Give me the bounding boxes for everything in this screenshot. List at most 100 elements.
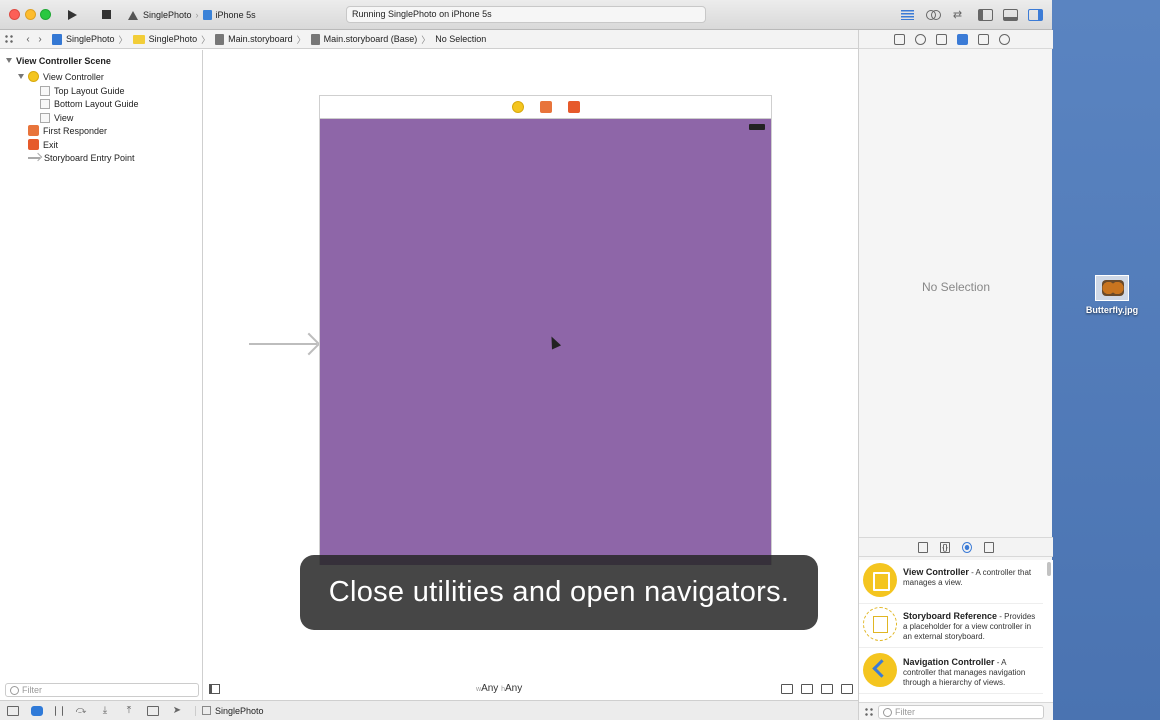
debug-target[interactable]: SinglePhoto [195, 705, 264, 716]
inspector-tabs [859, 30, 1053, 49]
exit-icon[interactable] [567, 101, 580, 113]
breadcrumb-file[interactable]: Main.storyboard 〉 [215, 33, 306, 46]
resolve-issues-icon[interactable] [841, 684, 853, 694]
grid-view-icon[interactable] [864, 706, 874, 717]
library-item[interactable]: Navigation Controller - A controller tha… [859, 650, 1043, 694]
outline-row-bottom-layout-guide[interactable]: Bottom Layout Guide [40, 97, 139, 110]
library-filter-input[interactable]: Filter [878, 704, 1044, 719]
view-icon [40, 112, 50, 123]
breadcrumb-separator: 〉 [201, 34, 211, 45]
connections-inspector-icon[interactable] [999, 33, 1010, 45]
library-item-text: Navigation Controller - A controller tha… [903, 653, 1039, 688]
show-outline-icon[interactable] [209, 684, 220, 694]
grid-icon[interactable] [4, 34, 14, 44]
root-view[interactable] [320, 119, 771, 565]
utilities-toggle-icon[interactable] [1028, 8, 1043, 21]
breadcrumb-group[interactable]: SinglePhoto 〉 [132, 33, 211, 46]
first-responder-icon[interactable] [539, 101, 552, 113]
exit-icon [28, 139, 39, 150]
layout-guide-icon [40, 98, 50, 109]
quick-help-icon[interactable] [915, 33, 926, 45]
file-inspector-icon[interactable] [894, 33, 905, 45]
library-item-text: View Controller - A controller that mana… [903, 563, 1039, 588]
outline-row-exit[interactable]: Exit [28, 138, 58, 151]
outline-filter-input[interactable]: Filter [5, 682, 199, 697]
breadcrumb-selection[interactable]: No Selection [435, 34, 486, 44]
navigator-toggle-icon[interactable] [978, 8, 993, 21]
scheme-selector[interactable]: SinglePhoto › iPhone 5s [128, 7, 256, 23]
library-item-text: Storyboard Reference - Provides a placeh… [903, 607, 1039, 642]
disclosure-triangle-icon[interactable] [6, 58, 12, 63]
view-toggle-controls [978, 7, 1043, 22]
align-icon[interactable] [801, 684, 813, 694]
breadcrumb-label: Main.storyboard [228, 34, 293, 44]
desktop-file[interactable]: Butterfly.jpg [1080, 275, 1144, 315]
location-icon[interactable]: ➤ [171, 705, 183, 716]
step-over-icon[interactable]: ⤼ [75, 705, 87, 716]
device-icon [202, 10, 212, 20]
debug-area-toggle-icon[interactable] [1003, 8, 1018, 21]
file-template-icon[interactable] [918, 541, 928, 553]
breadcrumb-localization[interactable]: Main.storyboard (Base) 〉 [310, 33, 431, 46]
version-editor-icon[interactable]: ⇄ [950, 9, 965, 21]
view-debugger-icon[interactable] [147, 705, 159, 716]
step-into-icon[interactable]: ⤓ [99, 705, 111, 716]
disclosure-triangle-icon[interactable] [18, 74, 24, 79]
library-item-title: Navigation Controller [903, 657, 995, 667]
storyboard-entry-arrow[interactable] [249, 343, 317, 345]
assistant-editor-icon[interactable] [925, 9, 941, 21]
stop-icon [101, 10, 111, 19]
stop-button[interactable] [96, 6, 116, 23]
pin-icon[interactable] [821, 684, 833, 694]
size-inspector-icon[interactable] [978, 33, 989, 45]
outline-row-scene[interactable]: View Controller Scene [6, 54, 111, 67]
breadcrumb-label: Main.storyboard (Base) [323, 34, 418, 44]
document-outline: View Controller Scene View Controller To… [0, 50, 203, 700]
outline-row-entry-point[interactable]: Storyboard Entry Point [28, 151, 135, 164]
outline-row-view-controller[interactable]: View Controller [18, 70, 104, 83]
attributes-inspector-icon[interactable] [957, 33, 968, 45]
outline-label: First Responder [43, 125, 108, 136]
run-button[interactable] [62, 6, 82, 23]
library-item[interactable]: Storyboard Reference - Provides a placeh… [859, 604, 1043, 648]
identity-inspector-icon[interactable] [936, 33, 947, 45]
no-selection-label: No Selection [921, 280, 991, 294]
media-library-icon[interactable] [984, 541, 994, 553]
hide-debug-area-icon[interactable] [7, 705, 19, 716]
debug-bar: ⤼ ⤓ ⤒ ➤ SinglePhoto [0, 700, 858, 720]
view-controller-icon[interactable] [511, 101, 524, 113]
minimize-window-button[interactable] [25, 9, 36, 20]
battery-icon [749, 124, 765, 130]
image-thumbnail [1095, 275, 1129, 301]
size-class-control[interactable]: wAny hAny [476, 683, 522, 694]
breadcrumb-project[interactable]: SinglePhoto 〉 [52, 33, 128, 46]
outline-row-first-responder[interactable]: First Responder [28, 124, 107, 137]
folder-icon [132, 34, 145, 44]
outline-label: Top Layout Guide [54, 85, 125, 96]
stack-icon[interactable] [781, 684, 793, 694]
entry-arrow-icon [28, 156, 40, 159]
breadcrumb-separator: 〉 [421, 34, 431, 45]
forward-icon[interactable]: › [34, 30, 46, 49]
breakpoints-icon[interactable] [31, 705, 43, 716]
activity-viewer: Running SinglePhoto on iPhone 5s [346, 6, 706, 23]
view-controller-icon [28, 71, 39, 82]
outline-row-top-layout-guide[interactable]: Top Layout Guide [40, 84, 125, 97]
close-window-button[interactable] [9, 9, 20, 20]
zoom-window-button[interactable] [40, 9, 51, 20]
outline-row-view[interactable]: View [40, 111, 73, 124]
app-icon [128, 10, 139, 21]
utilities-pane: No Selection {} View Controller - A cont… [858, 30, 1053, 720]
standard-editor-icon[interactable] [900, 9, 915, 21]
back-icon[interactable]: ‹ [22, 30, 34, 49]
code-snippet-icon[interactable]: {} [940, 541, 950, 553]
tutorial-caption: Close utilities and open navigators. [300, 555, 818, 630]
pause-icon[interactable] [55, 705, 63, 716]
step-out-icon[interactable]: ⤒ [123, 705, 135, 716]
outline-label: Storyboard Entry Point [44, 152, 135, 163]
view-controller-scene[interactable] [319, 95, 772, 565]
library-scrollbar[interactable] [1047, 562, 1051, 576]
object-library-icon[interactable] [962, 541, 972, 553]
scene-dock [320, 96, 771, 119]
library-item[interactable]: View Controller - A controller that mana… [859, 560, 1043, 604]
